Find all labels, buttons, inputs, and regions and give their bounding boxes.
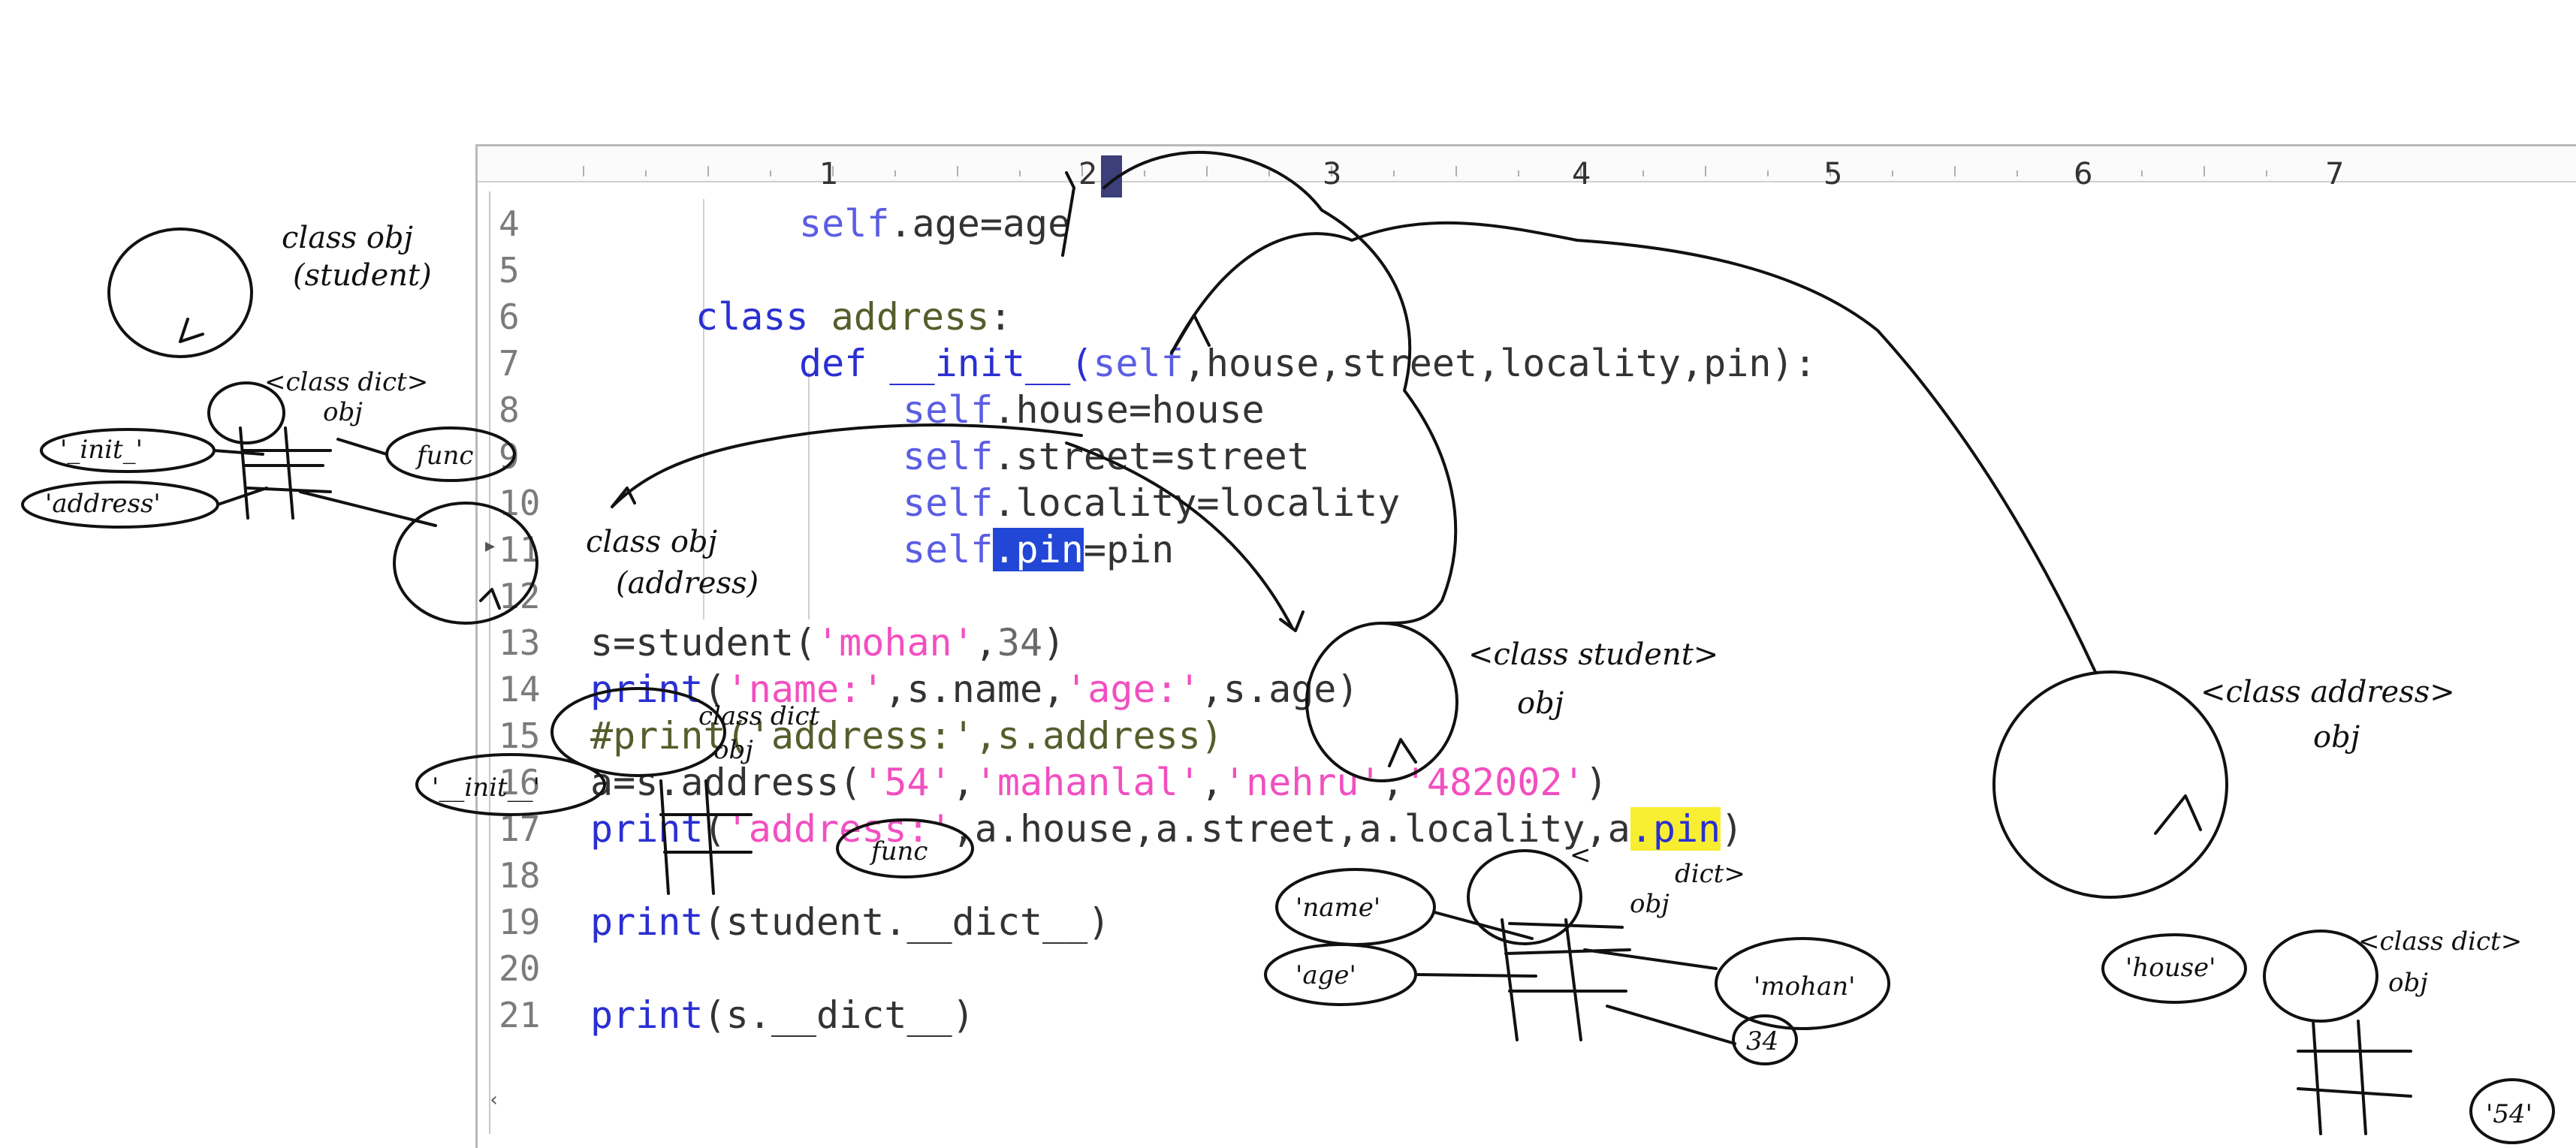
annot-text: 34: [1746, 1026, 1778, 1056]
annot-text: obj: [1517, 686, 1564, 721]
annot-text: obj: [1630, 889, 1670, 919]
connector-lines-student: [1414, 911, 1736, 1045]
annot-text: obj: [713, 735, 753, 765]
annot-text: (student): [293, 258, 432, 293]
dict-table-mid: [659, 779, 753, 895]
annot-text: func: [869, 836, 928, 866]
annot-text: <class student>: [1468, 637, 1718, 672]
annot-text: dict>: [1675, 859, 1745, 889]
annot-text: class dict: [698, 701, 820, 731]
annot-text: class obj: [282, 221, 413, 255]
annot-text: obj: [323, 397, 363, 427]
curve-arrow-down: [1065, 441, 1293, 628]
annot-text: '__init__': [432, 773, 540, 803]
annot-text: '_init_': [60, 435, 143, 465]
annot-text: <class address>: [2200, 675, 2455, 710]
annot-text: 'name': [1296, 893, 1380, 923]
handwritten-annotations: class obj (student) <class dict> obj '_i…: [21, 150, 2555, 1144]
annot-text: 'address': [45, 489, 161, 519]
arrow-icon: [1170, 314, 1211, 354]
arrow-icon: [179, 318, 204, 343]
curve-arrow-to-student: [1102, 150, 1458, 625]
annot-text: 'age': [1296, 960, 1356, 990]
annot-text: class obj: [586, 525, 717, 559]
annot-text: (address): [616, 566, 759, 601]
curve-arrow-to-address: [1170, 221, 2097, 673]
annot-text: <class dict>: [264, 367, 428, 397]
arrow-icon: [1388, 738, 1417, 767]
arrow-icon: [479, 588, 501, 610]
arrow-icon: [2154, 794, 2202, 835]
annot-text: '54': [2486, 1099, 2532, 1129]
class-address-obj-circle: [1992, 670, 2228, 899]
annot-text: <class dict>: [2358, 927, 2522, 957]
annot-text: obj: [2388, 968, 2428, 998]
class-student-obj-circle: [1305, 622, 1458, 782]
annot-text: 'house': [2125, 953, 2216, 983]
dict-obj-student-circle: [1467, 849, 1582, 945]
annot-text: obj: [2313, 720, 2360, 755]
curve-arrow-start: [1061, 171, 1075, 257]
annot-text: <: [1570, 840, 1591, 870]
annot-text: 'mohan': [1754, 972, 1855, 1002]
curve-arrow-left: [611, 423, 1083, 508]
annot-text: func: [415, 441, 473, 471]
class-obj-address-circle: [393, 502, 538, 625]
dict-table-student: [1501, 918, 1631, 1041]
dict-table-right: [2297, 1020, 2412, 1135]
